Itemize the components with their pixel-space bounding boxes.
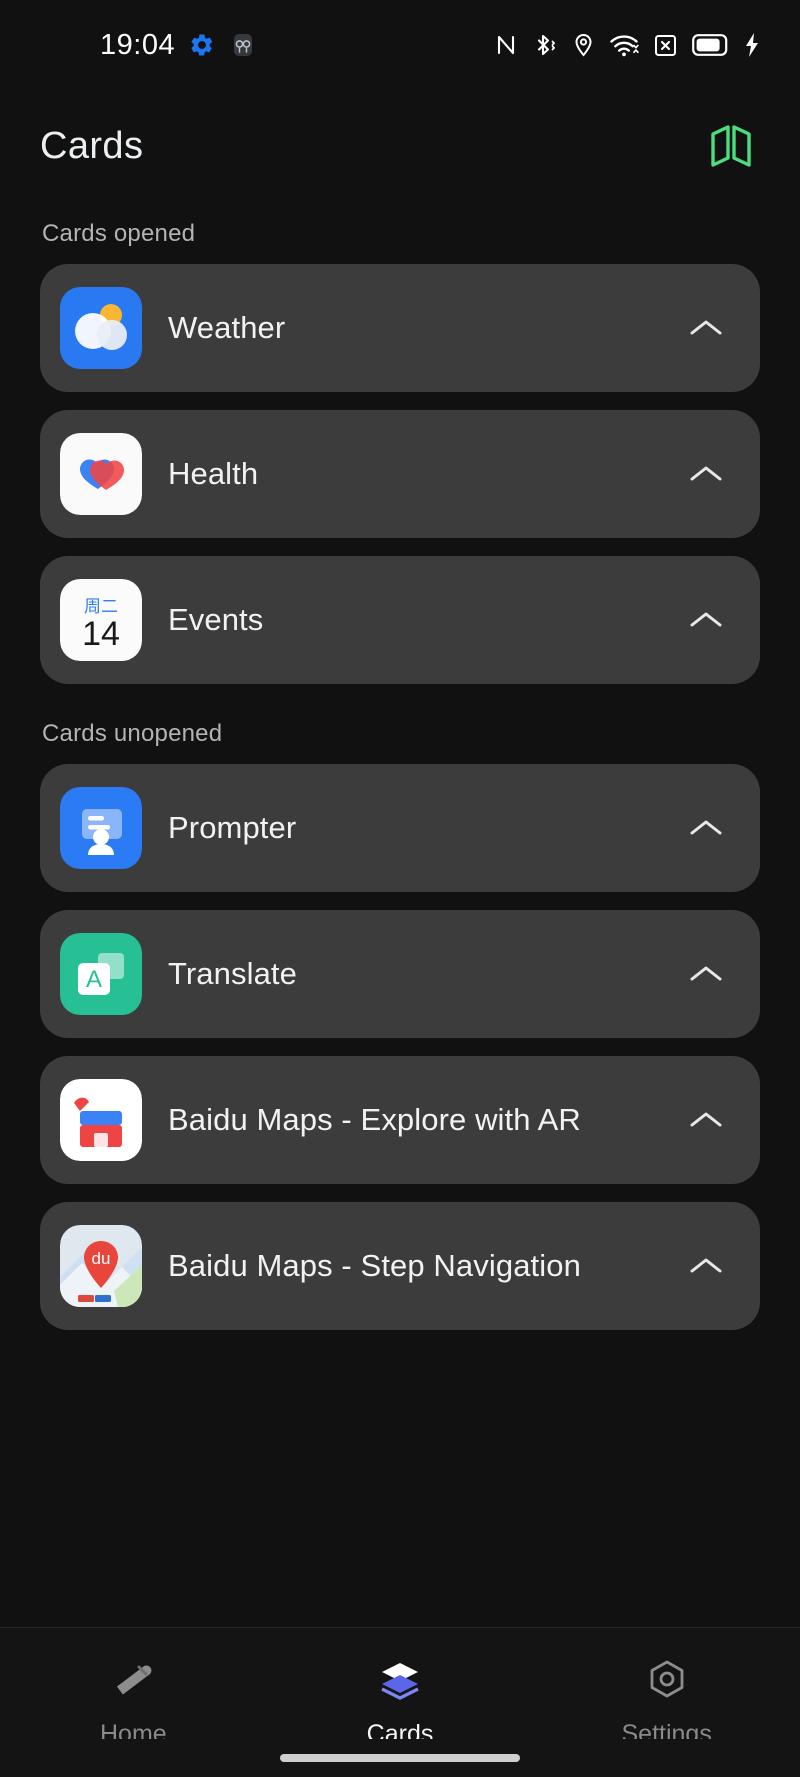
card-row-baidu-nav[interactable]: du Baidu Maps - Step Navigation [40,1202,760,1330]
baidu-nav-glyph-text: du [92,1249,111,1268]
home-gesture-bar[interactable] [280,1754,520,1762]
calendar-icon: 周二 14 [60,579,142,661]
chevron-up-icon[interactable] [686,962,726,986]
calendar-weekday-text: 周二 [84,597,118,617]
card-label: Weather [168,309,286,345]
card-label: Health [168,455,259,491]
section-label-opened: Cards opened [42,220,196,247]
section-label-unopened: Cards unopened [42,720,223,747]
chevron-up-icon[interactable] [686,462,726,486]
gear-icon [189,32,215,58]
card-row-health[interactable]: Health [40,410,760,538]
page-title: Cards [40,124,144,167]
status-bar: 19:04 [0,0,800,90]
chevron-up-icon[interactable] [686,816,726,840]
cards-stack-icon[interactable] [704,118,760,174]
calendar-day-text: 14 [82,615,120,653]
prompter-icon [60,787,142,869]
nfc-icon [494,32,518,58]
baidu-nav-icon: du [60,1225,142,1307]
weather-icon [60,287,142,369]
nav-item-cards[interactable]: Cards [267,1657,534,1749]
card-row-weather[interactable]: Weather [40,264,760,392]
gear-hex-icon [643,1657,691,1708]
card-row-prompter[interactable]: Prompter [40,764,760,892]
baidu-ar-icon [60,1079,142,1161]
gesture-bar-area [0,1739,800,1777]
card-row-events[interactable]: 周二 14 Events [40,556,760,684]
card-label: Prompter [168,809,297,845]
glasses-icon [229,31,257,59]
chevron-up-icon[interactable] [686,1254,726,1278]
cards-icon [376,1657,424,1708]
chevron-up-icon[interactable] [686,316,726,340]
translate-glyph-text: A [86,966,102,993]
nav-item-home[interactable]: Home [0,1657,267,1749]
battery-icon [692,34,730,56]
status-time: 19:04 [100,28,176,61]
status-bar-right [494,32,760,59]
chevron-up-icon[interactable] [686,608,726,632]
sim-off-icon [653,33,678,58]
status-bar-left: 19:04 [100,29,257,62]
cards-list: Cards opened Weather Health 周二 14 Events… [0,202,800,1627]
card-label: Baidu Maps - Explore with AR [168,1101,581,1137]
nav-item-settings[interactable]: Settings [533,1657,800,1749]
card-label: Translate [168,955,297,991]
pen-icon [109,1657,157,1708]
card-row-baidu-ar[interactable]: Baidu Maps - Explore with AR [40,1056,760,1184]
card-label: Events [168,601,264,637]
charging-bolt-icon [744,32,760,58]
translate-icon: A [60,933,142,1015]
card-row-translate[interactable]: A Translate [40,910,760,1038]
page-header: Cards [0,90,800,202]
wifi-icon [609,32,639,58]
chevron-up-icon[interactable] [686,1108,726,1132]
health-icon [60,433,142,515]
location-icon [572,32,595,59]
app-root: 19:04 Cards Cards opened Weather Health … [0,0,800,1777]
bluetooth-icon [532,32,558,59]
card-label: Baidu Maps - Step Navigation [168,1247,581,1283]
